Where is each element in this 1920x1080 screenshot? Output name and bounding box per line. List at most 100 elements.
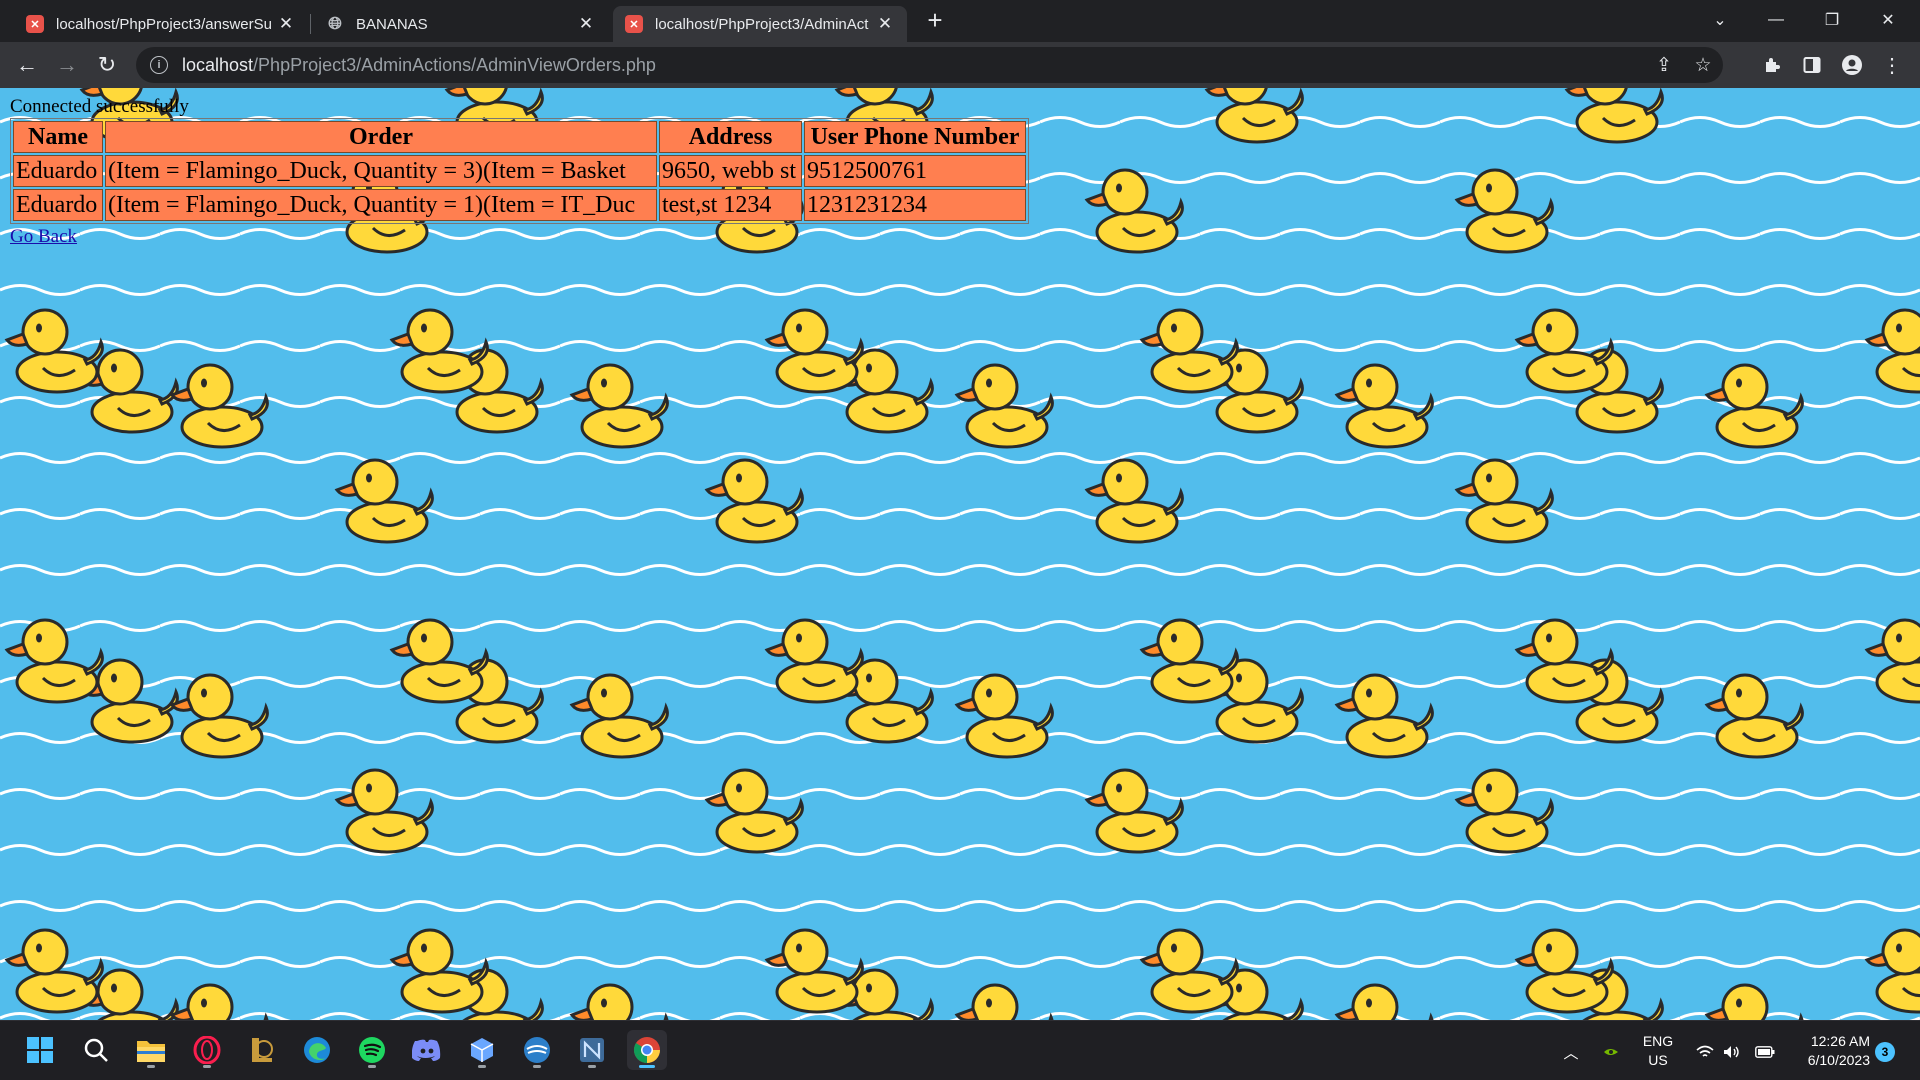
tab-strip: ✕ localhost/PhpProject3/answerSu ✕ 🌐︎ BA… [0,0,1920,42]
wifi-icon[interactable] [1694,1041,1716,1063]
url-path: /PhpProject3/AdminActions/AdminViewOrder… [253,54,656,75]
clock-date: 6/10/2023 [1807,1052,1870,1068]
back-arrow-icon[interactable]: ← [12,50,42,80]
xampp-icon: ✕ [26,15,44,33]
rubber-duck-icon [570,983,669,1020]
close-tab-icon[interactable]: ✕ [875,14,895,34]
rubber-duck-icon [570,673,669,759]
go-back-link[interactable]: Go Back [10,226,77,248]
close-tab-icon[interactable]: ✕ [576,14,596,34]
reload-icon[interactable]: ↻ [92,50,122,80]
profile-icon[interactable] [1837,50,1867,80]
tab-bananas[interactable]: 🌐︎ BANANAS ✕ [314,6,608,42]
spotify-icon[interactable] [352,1030,392,1070]
rubber-duck-icon [1140,618,1239,704]
header-order: Order [105,121,657,153]
tab-search-icon[interactable]: ⌄ [1692,0,1748,40]
site-info-icon[interactable]: i [150,56,168,74]
chevron-up-icon[interactable]: ︿ [1560,1041,1582,1063]
cell-address: 9650, webb st [659,155,802,187]
rubber-duck-icon [1335,673,1434,759]
menu-kebab-icon[interactable]: ⋮ [1877,50,1907,80]
discord-icon[interactable] [407,1030,447,1070]
share-icon[interactable]: ⇪ [1649,50,1679,80]
side-panel-icon[interactable] [1797,50,1827,80]
rubber-duck-icon [170,673,269,759]
mysql-workbench-icon[interactable] [517,1030,557,1070]
rubber-duck-icon [1515,928,1614,1014]
rubber-duck-icon [1865,308,1920,394]
league-icon[interactable] [242,1030,282,1070]
tab-answer-survey[interactable]: ✕ localhost/PhpProject3/answerSu ✕ [14,6,308,42]
clock[interactable]: 12:26 AM 6/10/2023 [1790,1032,1870,1070]
app-cube-icon[interactable] [462,1030,502,1070]
clock-time: 12:26 AM [1810,1033,1870,1049]
rubber-duck-icon [1865,928,1920,1014]
cell-phone: 1231231234 [804,189,1026,221]
language-code: ENG [1642,1033,1674,1049]
rubber-duck-icon [335,768,434,854]
rubber-duck-icon [765,618,864,704]
rubber-duck-icon [1455,168,1554,254]
forward-arrow-icon[interactable]: → [52,50,82,80]
tab-title: localhost/PhpProject3/answerSu [56,15,272,33]
tab-title: localhost/PhpProject3/AdminAct [655,15,869,33]
battery-icon[interactable] [1754,1041,1776,1063]
search-icon[interactable] [76,1030,116,1070]
rubber-duck-icon [1140,308,1239,394]
active-indicator [639,1065,655,1068]
netbeans-icon[interactable] [572,1030,612,1070]
volume-icon[interactable] [1721,1041,1743,1063]
rubber-duck-icon [390,928,489,1014]
url-text[interactable]: localhost/PhpProject3/AdminActions/Admin… [182,55,656,76]
xampp-icon: ✕ [625,15,643,33]
rubber-duck-icon [1085,768,1184,854]
file-explorer-icon[interactable] [131,1030,171,1070]
rubber-duck-icon [1085,458,1184,544]
running-indicator [147,1065,155,1068]
connection-status: Connected successfully [10,96,189,117]
rubber-duck-icon [1455,458,1554,544]
new-tab-button[interactable]: + [923,6,947,36]
language-indicator[interactable]: ENG US [1640,1032,1676,1070]
close-window-button[interactable]: ✕ [1860,0,1916,40]
minimize-button[interactable]: — [1748,0,1804,40]
rubber-duck-icon [1085,168,1184,254]
address-bar[interactable]: i localhost/PhpProject3/AdminActions/Adm… [136,47,1723,83]
bookmark-star-icon[interactable]: ☆ [1688,50,1718,80]
rubber-duck-icon [570,363,669,449]
tab-admin-actions[interactable]: ✕ localhost/PhpProject3/AdminAct ✕ [613,6,907,42]
notification-badge[interactable]: 3 [1875,1042,1895,1062]
rubber-duck-icon [5,928,104,1014]
rubber-duck-icon [1705,363,1804,449]
rubber-duck-icon [955,983,1054,1020]
rubber-duck-icon [390,308,489,394]
running-indicator [368,1065,376,1068]
rubber-duck-icon [1565,88,1664,144]
restore-button[interactable]: ❐ [1804,0,1860,40]
url-host: localhost [182,54,254,75]
cell-order: (Item = Flamingo_Duck, Quantity = 3)(Ite… [105,155,657,187]
tab-separator [310,14,311,34]
start-icon[interactable] [20,1030,60,1070]
close-tab-icon[interactable]: ✕ [276,14,296,34]
running-indicator [533,1065,541,1068]
running-indicator [588,1065,596,1068]
rubber-duck-icon [1455,768,1554,854]
rubber-duck-icon [170,363,269,449]
rubber-duck-icon [1515,618,1614,704]
header-address: Address [659,121,802,153]
rubber-duck-icon [705,768,804,854]
rubber-duck-icon [335,458,434,544]
chrome-icon[interactable] [627,1030,667,1070]
edge-icon[interactable] [297,1030,337,1070]
header-phone: User Phone Number [804,121,1026,153]
opera-gx-icon[interactable] [187,1030,227,1070]
nvidia-icon[interactable] [1600,1041,1622,1063]
rubber-duck-icon [1705,673,1804,759]
rubber-duck-icon [1335,983,1434,1020]
rubber-duck-icon [955,673,1054,759]
cell-order: (Item = Flamingo_Duck, Quantity = 1)(Ite… [105,189,657,221]
rubber-duck-icon [1705,983,1804,1020]
extensions-puzzle-icon[interactable] [1757,50,1787,80]
